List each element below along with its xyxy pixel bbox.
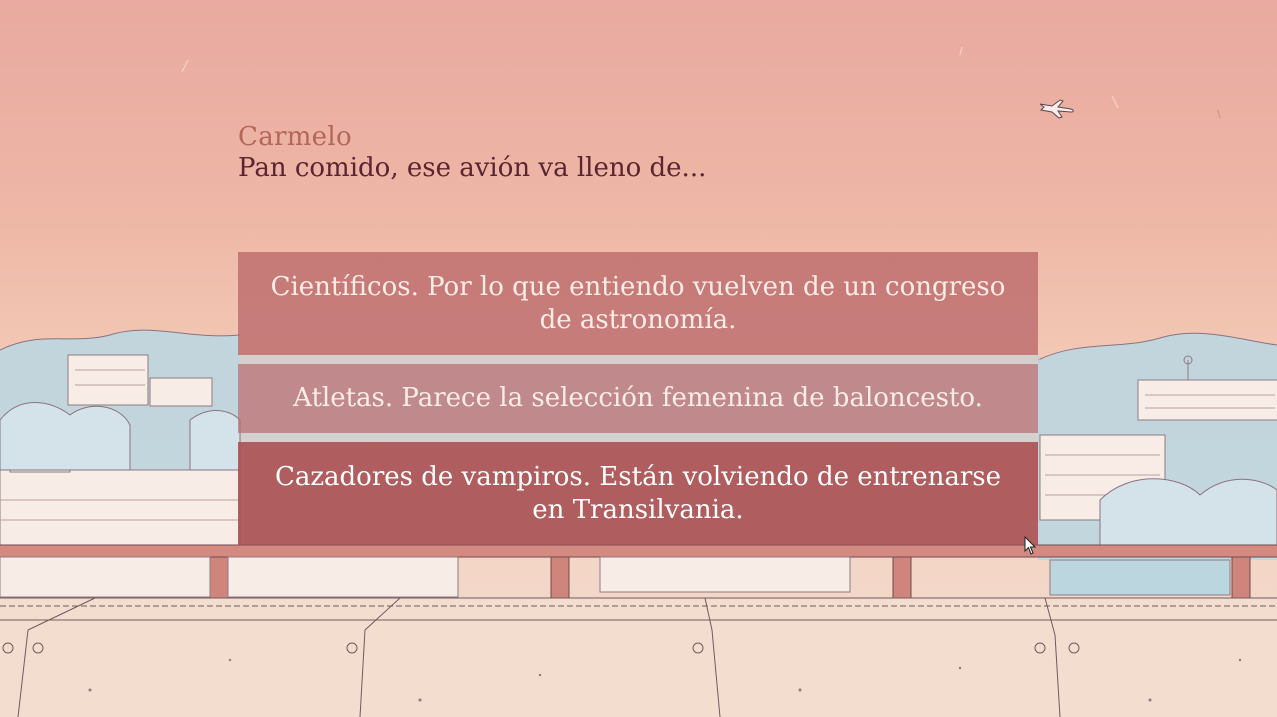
choice-option-3-highlighted[interactable]: Cazadores de vampiros. Están volviendo d… <box>238 442 1038 545</box>
choice-option-1[interactable]: Científicos. Por lo que entiendo vuelven… <box>238 252 1038 355</box>
rooftop <box>0 598 1277 717</box>
mouse-cursor-icon <box>1024 535 1038 560</box>
airplane-icon <box>1038 96 1076 124</box>
buildings-low <box>0 556 1231 598</box>
dialogue-line: Pan comido, ese avión va lleno de... <box>238 153 707 183</box>
choice-label: Cazadores de vampiros. Están volviendo d… <box>274 461 1002 525</box>
background-scene <box>0 46 1277 717</box>
choice-option-2[interactable]: Atletas. Parece la selección femenina de… <box>238 364 1038 433</box>
choice-label: Atletas. Parece la selección femenina de… <box>293 383 983 413</box>
speaker-name: Carmelo <box>238 122 352 152</box>
choice-label: Científicos. Por lo que entiendo vuelven… <box>270 271 1006 335</box>
